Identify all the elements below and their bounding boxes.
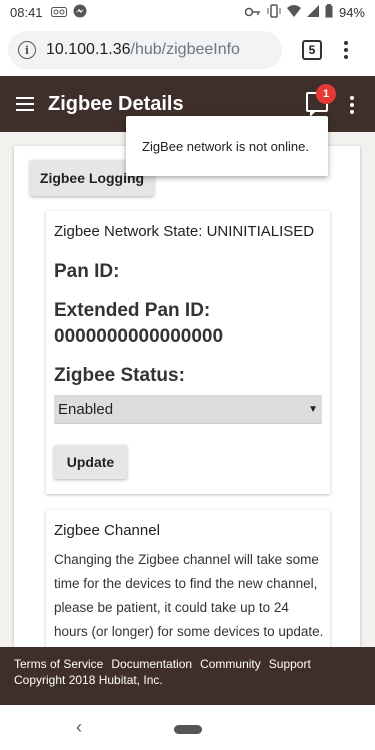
footer: Terms of Service Documentation Community… — [0, 647, 375, 705]
footer-links: Terms of Service Documentation Community… — [14, 657, 375, 671]
copyright: Copyright 2018 Hubitat, Inc. — [14, 673, 163, 687]
wifi-icon — [286, 4, 301, 20]
pan-id-label: Pan ID: — [54, 261, 120, 282]
network-state-card: Zigbee Network State: UNINITIALISED Pan … — [46, 211, 330, 494]
battery-percent: 94% — [338, 4, 365, 20]
browser-menu-icon[interactable] — [344, 41, 348, 59]
status-bar: 08:41 94% — [0, 0, 375, 24]
url-path: /hub/zigbeeInfo — [130, 41, 240, 58]
extended-pan-id-label: Extended Pan ID: — [54, 300, 211, 321]
back-icon[interactable]: ‹ — [76, 717, 82, 738]
channel-description: Changing the Zigbee channel will take so… — [54, 552, 324, 639]
network-state: Zigbee Network State: UNINITIALISED — [54, 223, 315, 240]
system-nav-bar: ‹ — [0, 705, 375, 750]
tab-count: 5 — [308, 43, 316, 57]
support-link[interactable]: Support — [269, 657, 311, 671]
channel-title: Zigbee Channel — [54, 522, 160, 539]
vibrate-icon — [267, 3, 281, 21]
url-host: 10.100.1.36 — [46, 41, 131, 58]
tab-switcher-button[interactable]: 5 — [302, 40, 322, 60]
community-link[interactable]: Community — [200, 657, 261, 671]
app-menu-icon[interactable] — [350, 96, 354, 114]
zigbee-status-select[interactable]: Enabled ▼ — [54, 395, 322, 423]
dropdown-arrow-icon: ▼ — [308, 403, 318, 415]
extended-pan-id-value: 0000000000000000 — [54, 326, 224, 347]
clock: 08:41 — [10, 4, 43, 20]
status-selected-value: Enabled — [58, 400, 114, 418]
hamburger-menu-icon[interactable] — [16, 97, 34, 111]
messenger-icon — [73, 4, 87, 21]
key-icon — [244, 5, 261, 20]
channel-card: Zigbee Channel Changing the Zigbee chann… — [46, 510, 330, 647]
main-content: Zigbee Logging Zigbee Network State: UNI… — [0, 132, 375, 647]
voicemail-icon — [50, 5, 67, 20]
documentation-link[interactable]: Documentation — [111, 657, 192, 671]
notification-popup[interactable]: ZigBee network is not online. — [126, 116, 328, 176]
update-button[interactable]: Update — [54, 445, 127, 479]
home-pill-icon[interactable] — [174, 725, 202, 734]
battery-icon — [325, 3, 333, 21]
zigbee-card: Zigbee Logging Zigbee Network State: UNI… — [14, 146, 360, 647]
notification-badge[interactable]: 1 — [316, 84, 336, 104]
browser-toolbar: i 10.100.1.36/hub/zigbeeInfo 5 — [0, 24, 375, 76]
page-title: Zigbee Details — [48, 92, 184, 115]
screen: 08:41 94% i 10.100.1.36 /hub/zigbeeInfo … — [0, 0, 375, 750]
popup-message: ZigBee network is not online. — [142, 138, 309, 154]
info-icon[interactable]: i — [18, 41, 36, 59]
address-bar[interactable]: i 10.100.1.36/hub/zigbeeInfo — [8, 31, 282, 69]
terms-link[interactable]: Terms of Service — [14, 657, 103, 671]
signal-icon — [306, 4, 319, 20]
zigbee-status-label: Zigbee Status: — [54, 365, 185, 386]
